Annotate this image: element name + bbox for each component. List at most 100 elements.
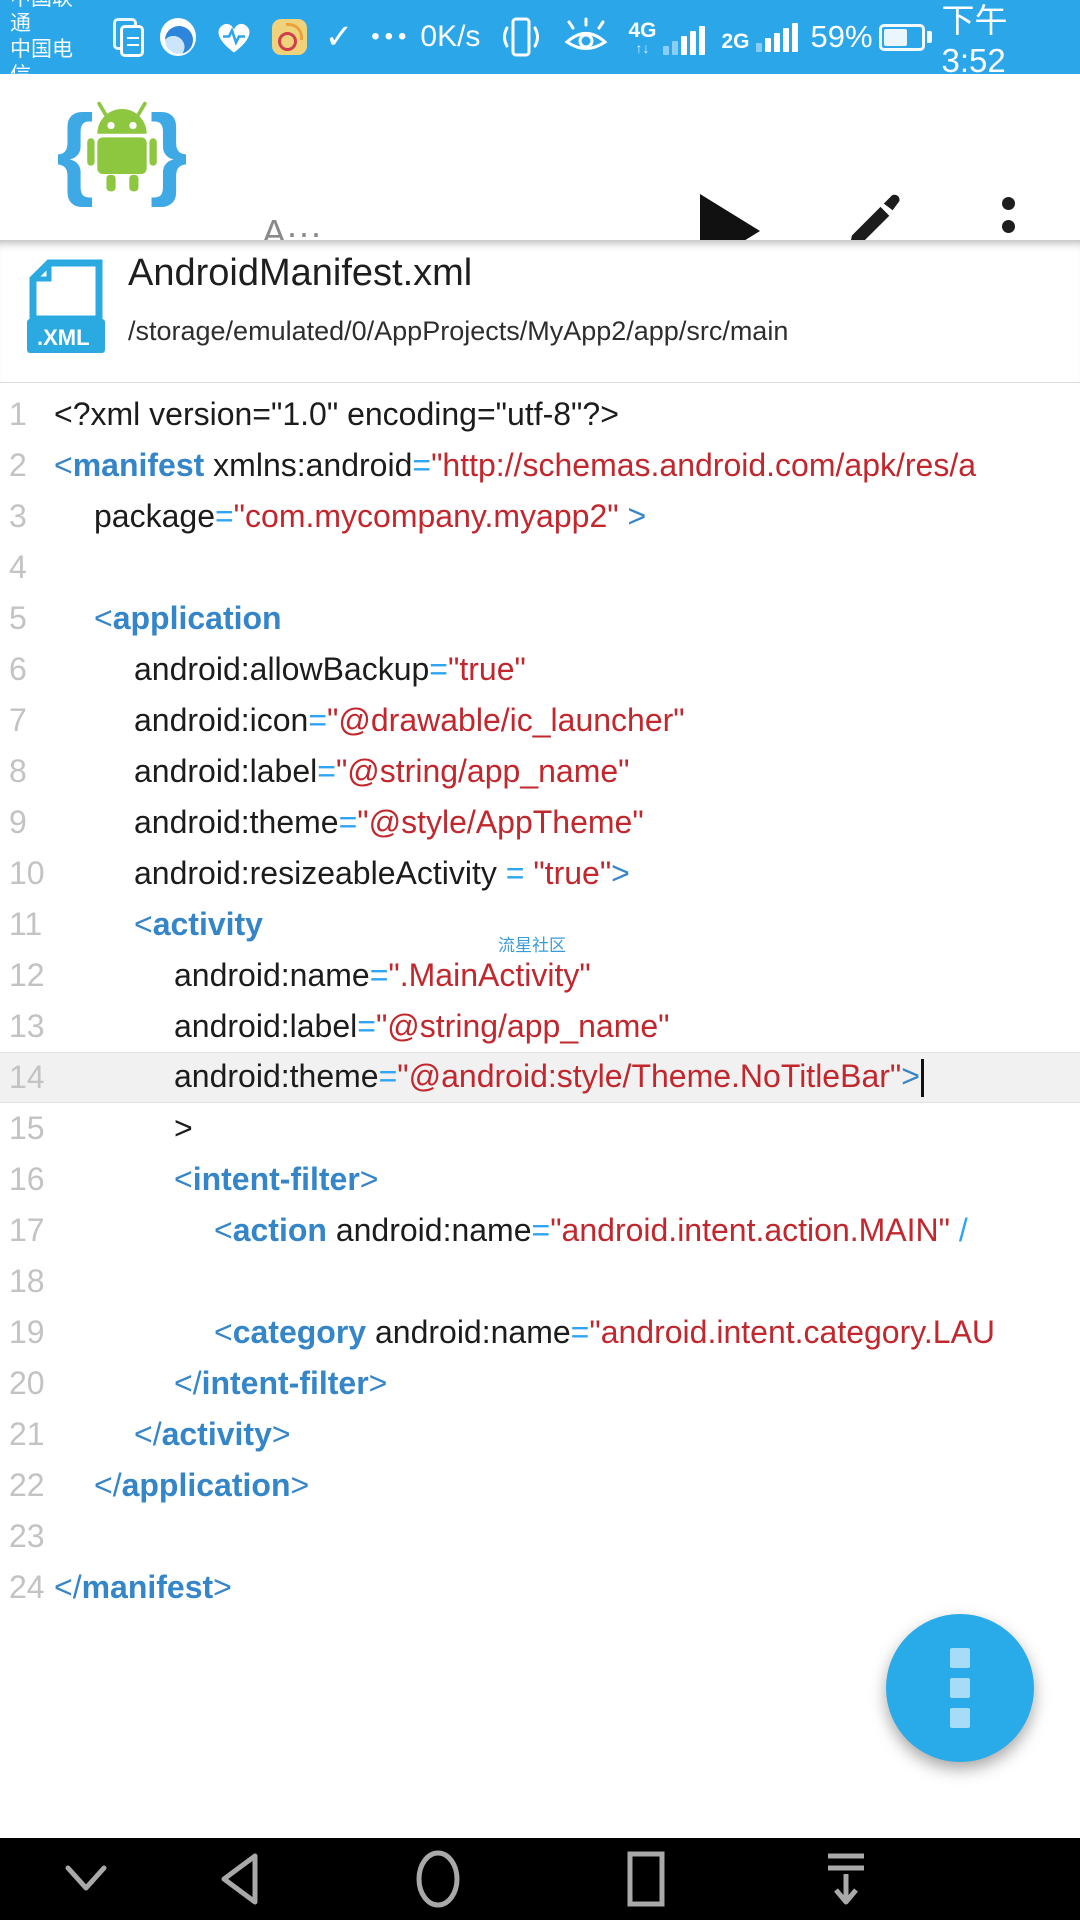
fab-menu-icon[interactable] — [886, 1614, 1034, 1762]
sim1-network-type: 4G — [628, 20, 656, 41]
line-number: 2 — [0, 447, 54, 484]
code-text: </application> — [54, 1467, 309, 1504]
app-toolbar: { } A··· — [0, 74, 1080, 240]
line-number: 11 — [0, 906, 54, 943]
code-lines: 1<?xml version="1.0" encoding="utf-8"?>2… — [0, 389, 1080, 1613]
line-number: 3 — [0, 498, 54, 535]
line-number: 15 — [0, 1110, 54, 1147]
code-line[interactable]: 23 — [0, 1511, 1080, 1562]
navigation-bar — [0, 1838, 1080, 1920]
battery-icon — [879, 24, 932, 51]
code-line[interactable]: 14android:theme="@android:style/Theme.No… — [0, 1052, 1080, 1103]
code-line[interactable]: 1<?xml version="1.0" encoding="utf-8"?> — [0, 389, 1080, 440]
line-number: 21 — [0, 1416, 54, 1453]
signal-sim1: 4G ↑↓ — [628, 20, 705, 55]
line-number: 10 — [0, 855, 54, 892]
code-text: android:allowBackup="true" — [54, 651, 526, 688]
line-number: 9 — [0, 804, 54, 841]
collapse-chevron-icon[interactable] — [56, 1838, 116, 1920]
line-number: 17 — [0, 1212, 54, 1249]
file-header: .XML AndroidManifest.xml /storage/emulat… — [0, 240, 1080, 383]
code-text: </intent-filter> — [54, 1365, 387, 1402]
code-line[interactable]: 24</manifest> — [0, 1562, 1080, 1613]
signal-bars-icon — [753, 23, 798, 52]
code-text: android:theme="@style/AppTheme" — [54, 804, 644, 841]
line-number: 18 — [0, 1263, 54, 1300]
battery-percent: 59% — [810, 19, 872, 55]
copy-document-icon — [113, 18, 142, 56]
code-line[interactable]: 22</application> — [0, 1460, 1080, 1511]
code-line[interactable]: 20</intent-filter> — [0, 1358, 1080, 1409]
file-path: /storage/emulated/0/AppProjects/MyApp2/a… — [128, 316, 788, 347]
back-icon[interactable] — [206, 1838, 270, 1920]
status-bar: 中国联通 中国电信 ✓ ••• 0K/s 4G ↑↓ — [0, 0, 1080, 74]
file-name: AndroidManifest.xml — [128, 252, 472, 295]
line-number: 5 — [0, 600, 54, 637]
code-line[interactable]: 10android:resizeableActivity = "true"> — [0, 848, 1080, 899]
code-line[interactable]: 17<action android:name="android.intent.a… — [0, 1205, 1080, 1256]
eye-protection-icon — [561, 17, 611, 57]
code-text: package="com.mycompany.myapp2" > — [54, 498, 646, 535]
network-speed: 0K/s — [420, 20, 480, 54]
code-line[interactable]: 18 — [0, 1256, 1080, 1307]
code-text: android:theme="@android:style/Theme.NoTi… — [54, 1058, 924, 1098]
vibrate-icon — [499, 14, 543, 60]
code-text: <?xml version="1.0" encoding="utf-8"?> — [54, 396, 619, 433]
code-text: android:label="@string/app_name" — [54, 753, 630, 790]
code-line[interactable]: 15> — [0, 1103, 1080, 1154]
watermark-text: 流星社区 — [498, 931, 566, 956]
sim2-network-type: 2G — [721, 31, 749, 52]
code-text: </manifest> — [54, 1569, 232, 1606]
hide-navbar-icon[interactable] — [814, 1838, 878, 1920]
code-text: <manifest xmlns:android="http://schemas.… — [54, 447, 976, 484]
line-number: 24 — [0, 1569, 54, 1606]
carrier-1: 中国联通 — [10, 0, 90, 37]
xml-file-icon: .XML — [25, 257, 107, 360]
code-text: android:label="@string/app_name" — [54, 1008, 670, 1045]
svg-text:.XML: .XML — [37, 325, 90, 350]
line-number: 16 — [0, 1161, 54, 1198]
line-number: 14 — [0, 1059, 54, 1096]
code-text: <activity — [54, 906, 263, 943]
line-number: 1 — [0, 396, 54, 433]
code-line[interactable]: 19<category android:name="android.intent… — [0, 1307, 1080, 1358]
line-number: 20 — [0, 1365, 54, 1402]
more-dots-icon: ••• — [371, 23, 411, 51]
code-text: </activity> — [54, 1416, 291, 1453]
line-number: 4 — [0, 549, 54, 586]
code-text: <category android:name="android.intent.c… — [54, 1314, 995, 1351]
signal-sim2: 2G — [721, 23, 798, 52]
check-icon: ✓ — [325, 17, 354, 57]
code-line[interactable]: 13android:label="@string/app_name" — [0, 1001, 1080, 1052]
code-line[interactable]: 16<intent-filter> — [0, 1154, 1080, 1205]
traffic-arrows-icon: ↑↓ — [635, 41, 649, 55]
home-icon[interactable] — [408, 1838, 468, 1920]
code-text: android:resizeableActivity = "true"> — [54, 855, 630, 892]
aide-logo[interactable]: { } — [58, 88, 186, 216]
line-number: 6 — [0, 651, 54, 688]
line-number: 13 — [0, 1008, 54, 1045]
text-cursor — [921, 1059, 924, 1097]
code-text: android:icon="@drawable/ic_launcher" — [54, 702, 685, 739]
code-line[interactable]: 3package="com.mycompany.myapp2" > — [0, 491, 1080, 542]
code-line[interactable]: 8android:label="@string/app_name" — [0, 746, 1080, 797]
line-number: 22 — [0, 1467, 54, 1504]
code-line[interactable]: 6android:allowBackup="true" — [0, 644, 1080, 695]
code-line[interactable]: 2<manifest xmlns:android="http://schemas… — [0, 440, 1080, 491]
line-number: 8 — [0, 753, 54, 790]
code-line[interactable]: 5<application — [0, 593, 1080, 644]
code-text: > — [54, 1110, 193, 1147]
line-number: 12 — [0, 957, 54, 994]
code-line[interactable]: 9android:theme="@style/AppTheme" — [0, 797, 1080, 848]
code-line[interactable]: 4 — [0, 542, 1080, 593]
weibo-icon — [272, 19, 306, 55]
recents-icon[interactable] — [616, 1838, 676, 1920]
code-line[interactable]: 12android:name=".MainActivity" — [0, 950, 1080, 1001]
code-editor[interactable]: 1<?xml version="1.0" encoding="utf-8"?>2… — [0, 383, 1080, 1838]
health-heart-icon — [214, 19, 254, 56]
code-line[interactable]: 7android:icon="@drawable/ic_launcher" — [0, 695, 1080, 746]
line-number: 7 — [0, 702, 54, 739]
code-line[interactable]: 21</activity> — [0, 1409, 1080, 1460]
signal-bars-icon — [660, 26, 705, 55]
clock: 下午3:52 — [942, 0, 1066, 80]
